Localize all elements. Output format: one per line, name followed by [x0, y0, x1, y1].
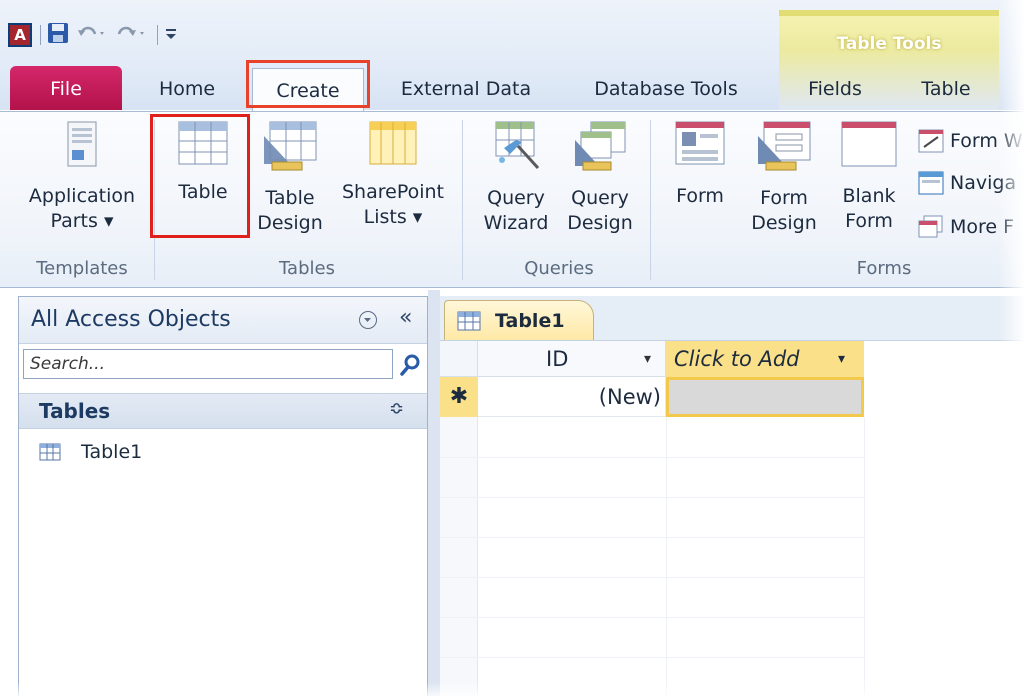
application-parts-icon	[67, 121, 97, 167]
nav-item-label: Table1	[81, 441, 143, 463]
sharepoint-lists-label: SharePoint Lists ▾	[341, 181, 444, 228]
query-wizard-label: Query Wizard	[483, 187, 549, 234]
ribbon-tabs: File Home Create External Data Database …	[0, 66, 1024, 112]
query-wizard-icon	[495, 121, 540, 170]
quick-access-toolbar: A	[8, 20, 184, 50]
search-icon[interactable]	[399, 353, 421, 381]
nav-pane-dropdown-icon[interactable]	[359, 311, 377, 329]
nav-pane-collapse-icon[interactable]: «	[399, 305, 412, 330]
tab-external-data[interactable]: External Data	[386, 66, 546, 112]
nav-item-table1[interactable]: Table1	[39, 437, 142, 467]
redo-icon[interactable]	[115, 22, 149, 48]
nav-group-tables[interactable]: Tables ≎	[19, 393, 427, 429]
application-parts-label: Application Parts ▾	[28, 185, 136, 232]
column-dropdown-icon[interactable]: ▾	[644, 341, 651, 377]
create-tab-highlight	[246, 60, 370, 108]
nav-pane-header[interactable]: All Access Objects «	[19, 297, 427, 344]
nav-pane-title: All Access Objects	[31, 307, 231, 332]
tab-fields[interactable]: Fields	[794, 66, 876, 112]
table-icon	[39, 443, 61, 461]
sharepoint-lists-icon	[369, 121, 417, 165]
pane-splitter[interactable]	[428, 290, 440, 696]
query-design-label: Query Design	[567, 187, 633, 234]
form-design-label: Form Design	[751, 187, 817, 234]
datasheet: ID ▾ Click to Add ▾ ✱ (New)	[440, 340, 1024, 696]
table-design-label: Table Design	[257, 187, 323, 234]
form-design-icon	[758, 121, 811, 171]
edge-fade	[0, 682, 1024, 696]
undo-icon[interactable]	[75, 22, 109, 48]
gridline	[864, 417, 865, 696]
document-tab-table1[interactable]: Table1	[444, 300, 594, 340]
edge-fade	[998, 0, 1024, 696]
access-logo-icon[interactable]: A	[8, 23, 32, 47]
query-wizard-button[interactable]: Query Wizard	[474, 120, 558, 236]
group-label-tables: Tables	[279, 258, 335, 279]
blank-form-icon	[841, 121, 897, 167]
gridline	[440, 657, 864, 658]
nav-group-title: Tables	[39, 399, 111, 423]
tab-file[interactable]: File	[10, 66, 122, 110]
navigation-icon	[918, 171, 944, 195]
cell-id-new[interactable]: (New)	[478, 377, 666, 417]
query-design-icon	[575, 121, 626, 171]
column-header-click-to-add[interactable]: Click to Add ▾	[666, 341, 864, 377]
column-dropdown-icon[interactable]: ▾	[838, 341, 845, 377]
group-separator	[650, 120, 651, 280]
table-button-highlight	[150, 114, 250, 238]
more-forms-icon	[918, 215, 943, 238]
tab-table[interactable]: Table	[908, 66, 984, 112]
new-record-selector[interactable]: ✱	[440, 377, 478, 417]
column-header-label: Click to Add	[674, 347, 800, 371]
query-design-button[interactable]: Query Design	[562, 120, 638, 236]
cell-click-to-add[interactable]	[666, 377, 864, 417]
group-label-templates: Templates	[36, 258, 128, 279]
customize-qat-icon[interactable]	[164, 22, 178, 48]
application-parts-button[interactable]: Application Parts ▾	[18, 120, 146, 234]
save-icon[interactable]	[47, 22, 69, 48]
blank-form-label: Blank Form	[842, 185, 896, 232]
column-header-id[interactable]: ID ▾	[478, 341, 666, 377]
access-window: Table Tools A File Home Create External …	[0, 0, 1024, 696]
gridline	[440, 457, 864, 458]
group-label-forms: Forms	[856, 258, 912, 279]
form-button[interactable]: Form	[664, 120, 736, 209]
document-area: Table1 ID ▾ Click to Add ▾ ✱ (New)	[440, 296, 1024, 696]
form-label: Form	[676, 185, 724, 207]
column-header-label: ID	[546, 347, 569, 371]
gridline	[440, 617, 864, 618]
document-tab-label: Table1	[495, 309, 565, 332]
table-design-icon	[264, 121, 317, 171]
gridline	[440, 577, 864, 578]
search-input[interactable]	[23, 349, 393, 379]
form-icon	[675, 121, 725, 165]
qat-separator	[40, 25, 41, 45]
record-selector-column	[440, 417, 478, 696]
table-icon	[457, 311, 481, 330]
collapse-group-icon[interactable]: ≎	[389, 398, 404, 419]
access-logo-letter: A	[8, 23, 32, 47]
group-separator	[462, 120, 463, 280]
gridline	[666, 417, 667, 696]
form-wizard-icon	[918, 129, 944, 153]
gridline	[440, 537, 864, 538]
tab-database-tools[interactable]: Database Tools	[578, 66, 754, 112]
blank-form-button[interactable]: Blank Form	[832, 120, 906, 234]
context-band-edge	[779, 10, 999, 16]
select-all-corner[interactable]	[440, 341, 478, 377]
sharepoint-lists-button[interactable]: SharePoint Lists ▾	[336, 120, 450, 230]
table-tools-label: Table Tools	[836, 34, 942, 54]
group-label-queries: Queries	[524, 258, 594, 279]
qat-separator	[157, 25, 158, 45]
table-design-button[interactable]: Table Design	[252, 120, 328, 236]
navigation-pane: All Access Objects « Tables ≎ Table1	[18, 296, 428, 696]
form-design-button[interactable]: Form Design	[746, 120, 822, 236]
gridline	[440, 497, 864, 498]
tab-home[interactable]: Home	[145, 66, 229, 112]
